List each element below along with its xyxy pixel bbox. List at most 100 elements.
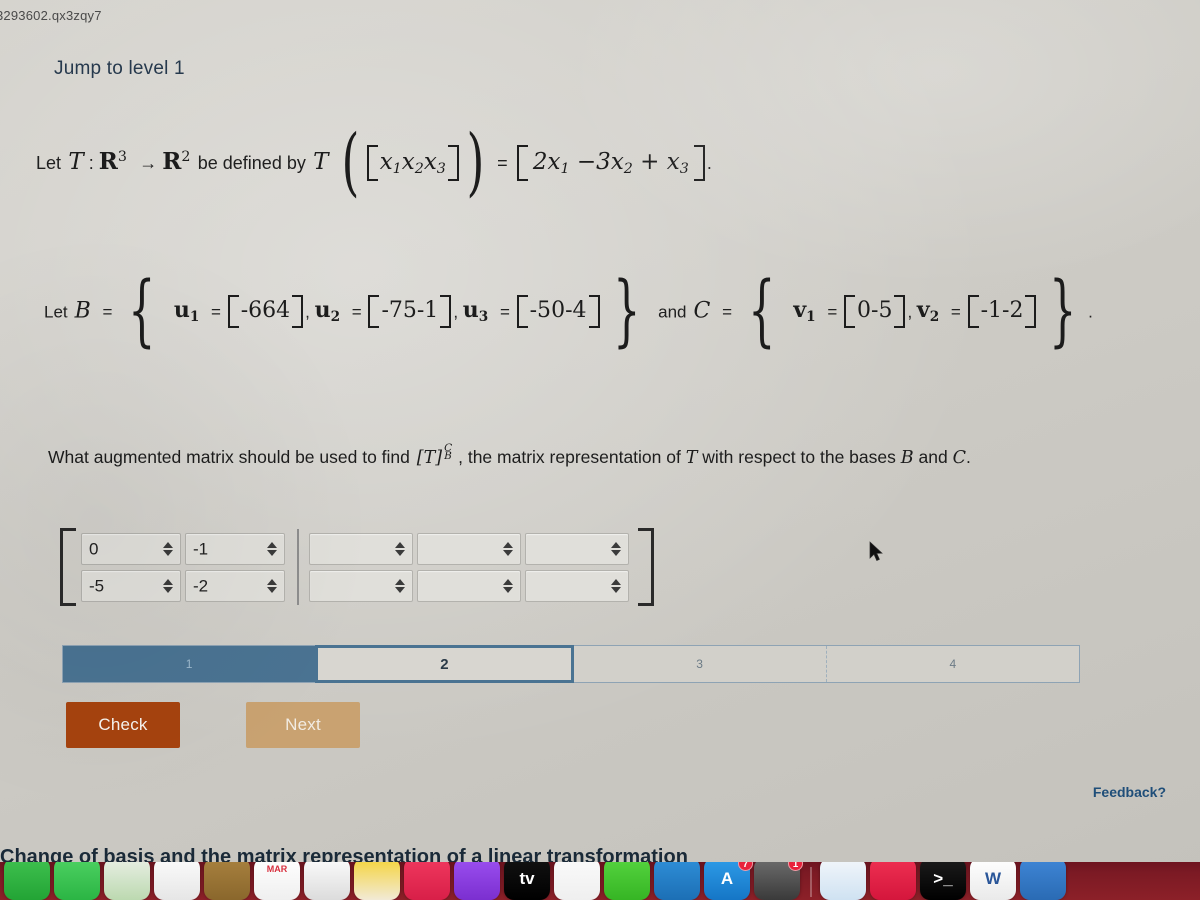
matrix-cell-input[interactable]: [417, 569, 521, 602]
progress-step-3[interactable]: 3: [574, 646, 827, 682]
spinner-down-icon[interactable]: [503, 549, 513, 556]
spinner-up-icon[interactable]: [267, 578, 277, 585]
vector-entry: -5: [871, 297, 893, 323]
spinner-up-icon[interactable]: [163, 541, 173, 548]
podcast-purple-icon[interactable]: [454, 862, 500, 900]
question-part-3: with respect to the bases: [702, 447, 896, 467]
numbers-icon[interactable]: [604, 862, 650, 900]
matrix-cell-input[interactable]: -5: [81, 569, 181, 602]
matrix-right-block: [309, 528, 633, 606]
spinner-down-icon[interactable]: [267, 586, 277, 593]
spinner-arrows[interactable]: [503, 578, 513, 593]
check-button[interactable]: Check: [66, 702, 180, 748]
spinner-down-icon[interactable]: [611, 586, 621, 593]
spinner-arrows[interactable]: [395, 541, 405, 556]
matrix-cell-input[interactable]: [309, 532, 413, 565]
music-icon[interactable]: [404, 862, 450, 900]
mail-icon[interactable]: [870, 862, 916, 900]
spinner-down-icon[interactable]: [163, 586, 173, 593]
calendar-icon[interactable]: MAR: [254, 862, 300, 900]
bases-definition: Let B = { u1 = -664, u2 = -75-1, u3 = -5…: [44, 266, 1093, 356]
output-vector-row: 2x1: [532, 148, 570, 177]
matrix-column: 0 -5: [81, 532, 181, 602]
maps-icon[interactable]: [104, 862, 150, 900]
messages-icon[interactable]: [54, 862, 100, 900]
word-icon[interactable]: W: [970, 862, 1016, 900]
augmented-divider: [297, 529, 299, 605]
input-vector: x1x2x3: [366, 144, 460, 182]
question-part-4: and: [918, 447, 948, 467]
spinner-arrows[interactable]: [163, 541, 173, 556]
transformation-definition: Let T : R3 → R2 be defined by T (x1x2x3)…: [36, 119, 712, 205]
basis-b-vector-name: u2: [314, 297, 341, 326]
spinner-down-icon[interactable]: [395, 549, 405, 556]
news-icon[interactable]: [554, 862, 600, 900]
paintbrush-icon[interactable]: [1020, 862, 1066, 900]
spinner-up-icon[interactable]: [163, 578, 173, 585]
spinner-up-icon[interactable]: [611, 541, 621, 548]
progress-step-2[interactable]: 2: [315, 645, 574, 683]
mouse-cursor-icon: [869, 541, 883, 561]
matrix-cell-input[interactable]: -2: [185, 569, 285, 602]
spinner-up-icon[interactable]: [395, 578, 405, 585]
spinner-arrows[interactable]: [395, 578, 405, 593]
spinner-arrows[interactable]: [163, 578, 173, 593]
close-paren: ): [466, 119, 485, 205]
spinner-down-icon[interactable]: [503, 586, 513, 593]
vector-entry: 0: [857, 297, 872, 323]
spinner-up-icon[interactable]: [503, 541, 513, 548]
spinner-up-icon[interactable]: [503, 578, 513, 585]
spinner-arrows[interactable]: [267, 541, 277, 556]
dock-icon-glyph: A: [720, 869, 734, 888]
matrix-cell-input[interactable]: [309, 569, 413, 602]
basis-c-symbol: C: [693, 298, 711, 324]
progress-step-1[interactable]: 1: [63, 646, 316, 682]
appletv-icon[interactable]: tv: [504, 862, 550, 900]
close-brace-b: }: [612, 266, 640, 356]
defined-by-label: be defined by: [197, 152, 306, 173]
matrix-rep-notation: [T] C B: [415, 442, 452, 474]
safari-icon[interactable]: [820, 862, 866, 900]
page-surface: 3293602.qx3zqy7 Jump to level 1 Let T : …: [0, 0, 1200, 900]
feedback-link[interactable]: Feedback?: [1093, 784, 1166, 800]
basis-c-vector: -1-2: [967, 294, 1037, 328]
spinner-up-icon[interactable]: [395, 541, 405, 548]
notes-icon[interactable]: [354, 862, 400, 900]
spinner-down-icon[interactable]: [395, 586, 405, 593]
matrix-cell-input[interactable]: [525, 569, 629, 602]
domain-exponent: 3: [117, 149, 127, 166]
matrix-cell-input[interactable]: [417, 532, 521, 565]
matrix-cell-value: -1: [193, 539, 209, 558]
dock-separator: [810, 867, 812, 897]
terminal-icon[interactable]: >_: [920, 862, 966, 900]
spinner-down-icon[interactable]: [611, 549, 621, 556]
spinner-down-icon[interactable]: [163, 549, 173, 556]
matrix-cell-input[interactable]: -1: [185, 532, 285, 565]
vector-entry: -7: [381, 297, 403, 323]
photos-icon[interactable]: [154, 862, 200, 900]
spinner-down-icon[interactable]: [267, 549, 277, 556]
spinner-arrows[interactable]: [611, 541, 621, 556]
basis-b-vector-name: u1: [173, 297, 200, 326]
spinner-arrows[interactable]: [611, 578, 621, 593]
matrix-column: [309, 532, 413, 602]
spinner-up-icon[interactable]: [267, 541, 277, 548]
next-button[interactable]: Next: [246, 702, 360, 748]
podcasts-icon[interactable]: [204, 862, 250, 900]
spinner-arrows[interactable]: [503, 541, 513, 556]
system-settings-icon[interactable]: 1: [754, 862, 803, 900]
progress-step-4[interactable]: 4: [827, 646, 1079, 682]
matrix-cell-input[interactable]: [525, 532, 629, 565]
action-buttons: Check Next: [66, 702, 360, 748]
app-store-icon[interactable]: A7: [704, 862, 753, 900]
and-label: and: [658, 302, 687, 322]
spinner-arrows[interactable]: [267, 578, 277, 593]
spinner-up-icon[interactable]: [611, 578, 621, 585]
keynote-icon[interactable]: [654, 862, 700, 900]
page-title: Jump to level 1: [54, 58, 185, 79]
macos-dock[interactable]: MAR tv A 7 1 >_ W: [0, 862, 1200, 900]
input-vector-row: x1: [379, 148, 402, 177]
contacts-icon[interactable]: [304, 862, 350, 900]
facetime-icon[interactable]: [4, 862, 50, 900]
matrix-cell-input[interactable]: 0: [81, 532, 181, 565]
